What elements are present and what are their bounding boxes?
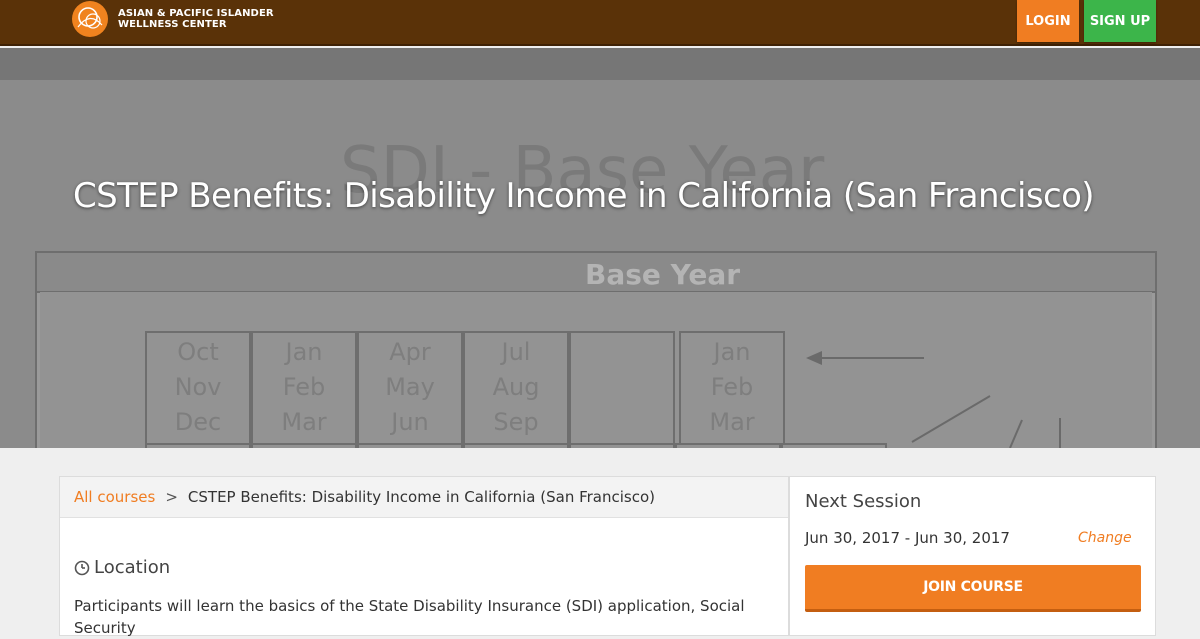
location-heading-text: Location [94,557,171,578]
bg-month-label: Jun [389,408,429,436]
bg-month-label: Apr [389,338,431,366]
logo-icon [72,1,108,37]
signup-button[interactable]: SIGN UP [1084,0,1156,42]
logo-line-2: WELLNESS CENTER [118,19,227,30]
bg-month-cell [569,331,675,445]
hero-background-image: SDI - Base Year Base Year OctNovDecJanFe… [0,80,1200,448]
location-heading: Location [74,557,170,578]
bg-month-cell-lower [251,443,357,448]
hero-top-strip [0,48,1200,80]
bg-month-label: Mar [281,408,326,436]
site-logo[interactable]: ASIAN & PACIFIC ISLANDER WELLNESS CENTER [72,0,274,38]
breadcrumb: All courses > CSTEP Benefits: Disability… [60,477,788,518]
login-button[interactable]: LOGIN [1017,0,1079,42]
bg-month-label: Feb [283,373,326,401]
bg-month-label: May [385,373,435,401]
bg-month-label: Dec [175,408,221,436]
bg-month-label: Oct [177,338,219,366]
clock-icon [74,560,90,576]
bg-month-label: Aug [493,373,540,401]
bg-month-label: Jan [712,338,751,366]
bg-month-cell-lower [463,443,569,448]
bg-month-cell-lower [675,443,781,448]
bg-table-title: Base Year [585,258,740,291]
course-details-card: All courses > CSTEP Benefits: Disability… [59,476,789,637]
logo-text: ASIAN & PACIFIC ISLANDER WELLNESS CENTER [118,8,274,30]
bg-month-grid: Oct Nov Dec Jan Feb Mar Apr May Jun Jul Aug Sep Jan F… [145,331,887,448]
bg-month-label: Jan [284,338,323,366]
next-session-panel: Next Session Jun 30, 2017 - Jun 30, 2017… [789,476,1156,636]
bg-month-label: Nov [175,373,222,401]
logo-line-1: ASIAN & PACIFIC ISLANDER [118,8,274,19]
course-description: Participants will learn the basics of th… [74,597,745,637]
bg-month-label: Mar [709,408,754,436]
next-session-heading: Next Session [805,491,922,512]
bg-month-cell-lower [569,443,675,448]
bg-month-cell-lower [357,443,463,448]
change-session-link[interactable]: Change [1078,530,1132,546]
session-dates: Jun 30, 2017 - Jun 30, 2017 [805,529,1010,547]
bg-month-cell-lower [145,443,251,448]
bg-month-label: Jul [500,338,531,366]
bg-month-cell-lower [781,443,887,448]
top-navbar: ASIAN & PACIFIC ISLANDER WELLNESS CENTER… [0,0,1200,46]
join-course-button[interactable]: JOIN COURSE [805,565,1141,612]
bg-month-label: Feb [711,373,754,401]
bg-month-label: Sep [493,408,538,436]
breadcrumb-current: CSTEP Benefits: Disability Income in Cal… [187,488,656,506]
page-title: CSTEP Benefits: Disability Income in Cal… [73,176,1095,216]
breadcrumb-all-courses-link[interactable]: All courses [74,488,155,506]
breadcrumb-separator: > [165,488,178,506]
hero-banner: SDI - Base Year Base Year Oct Nov Dec Jan Fe… [0,48,1200,448]
